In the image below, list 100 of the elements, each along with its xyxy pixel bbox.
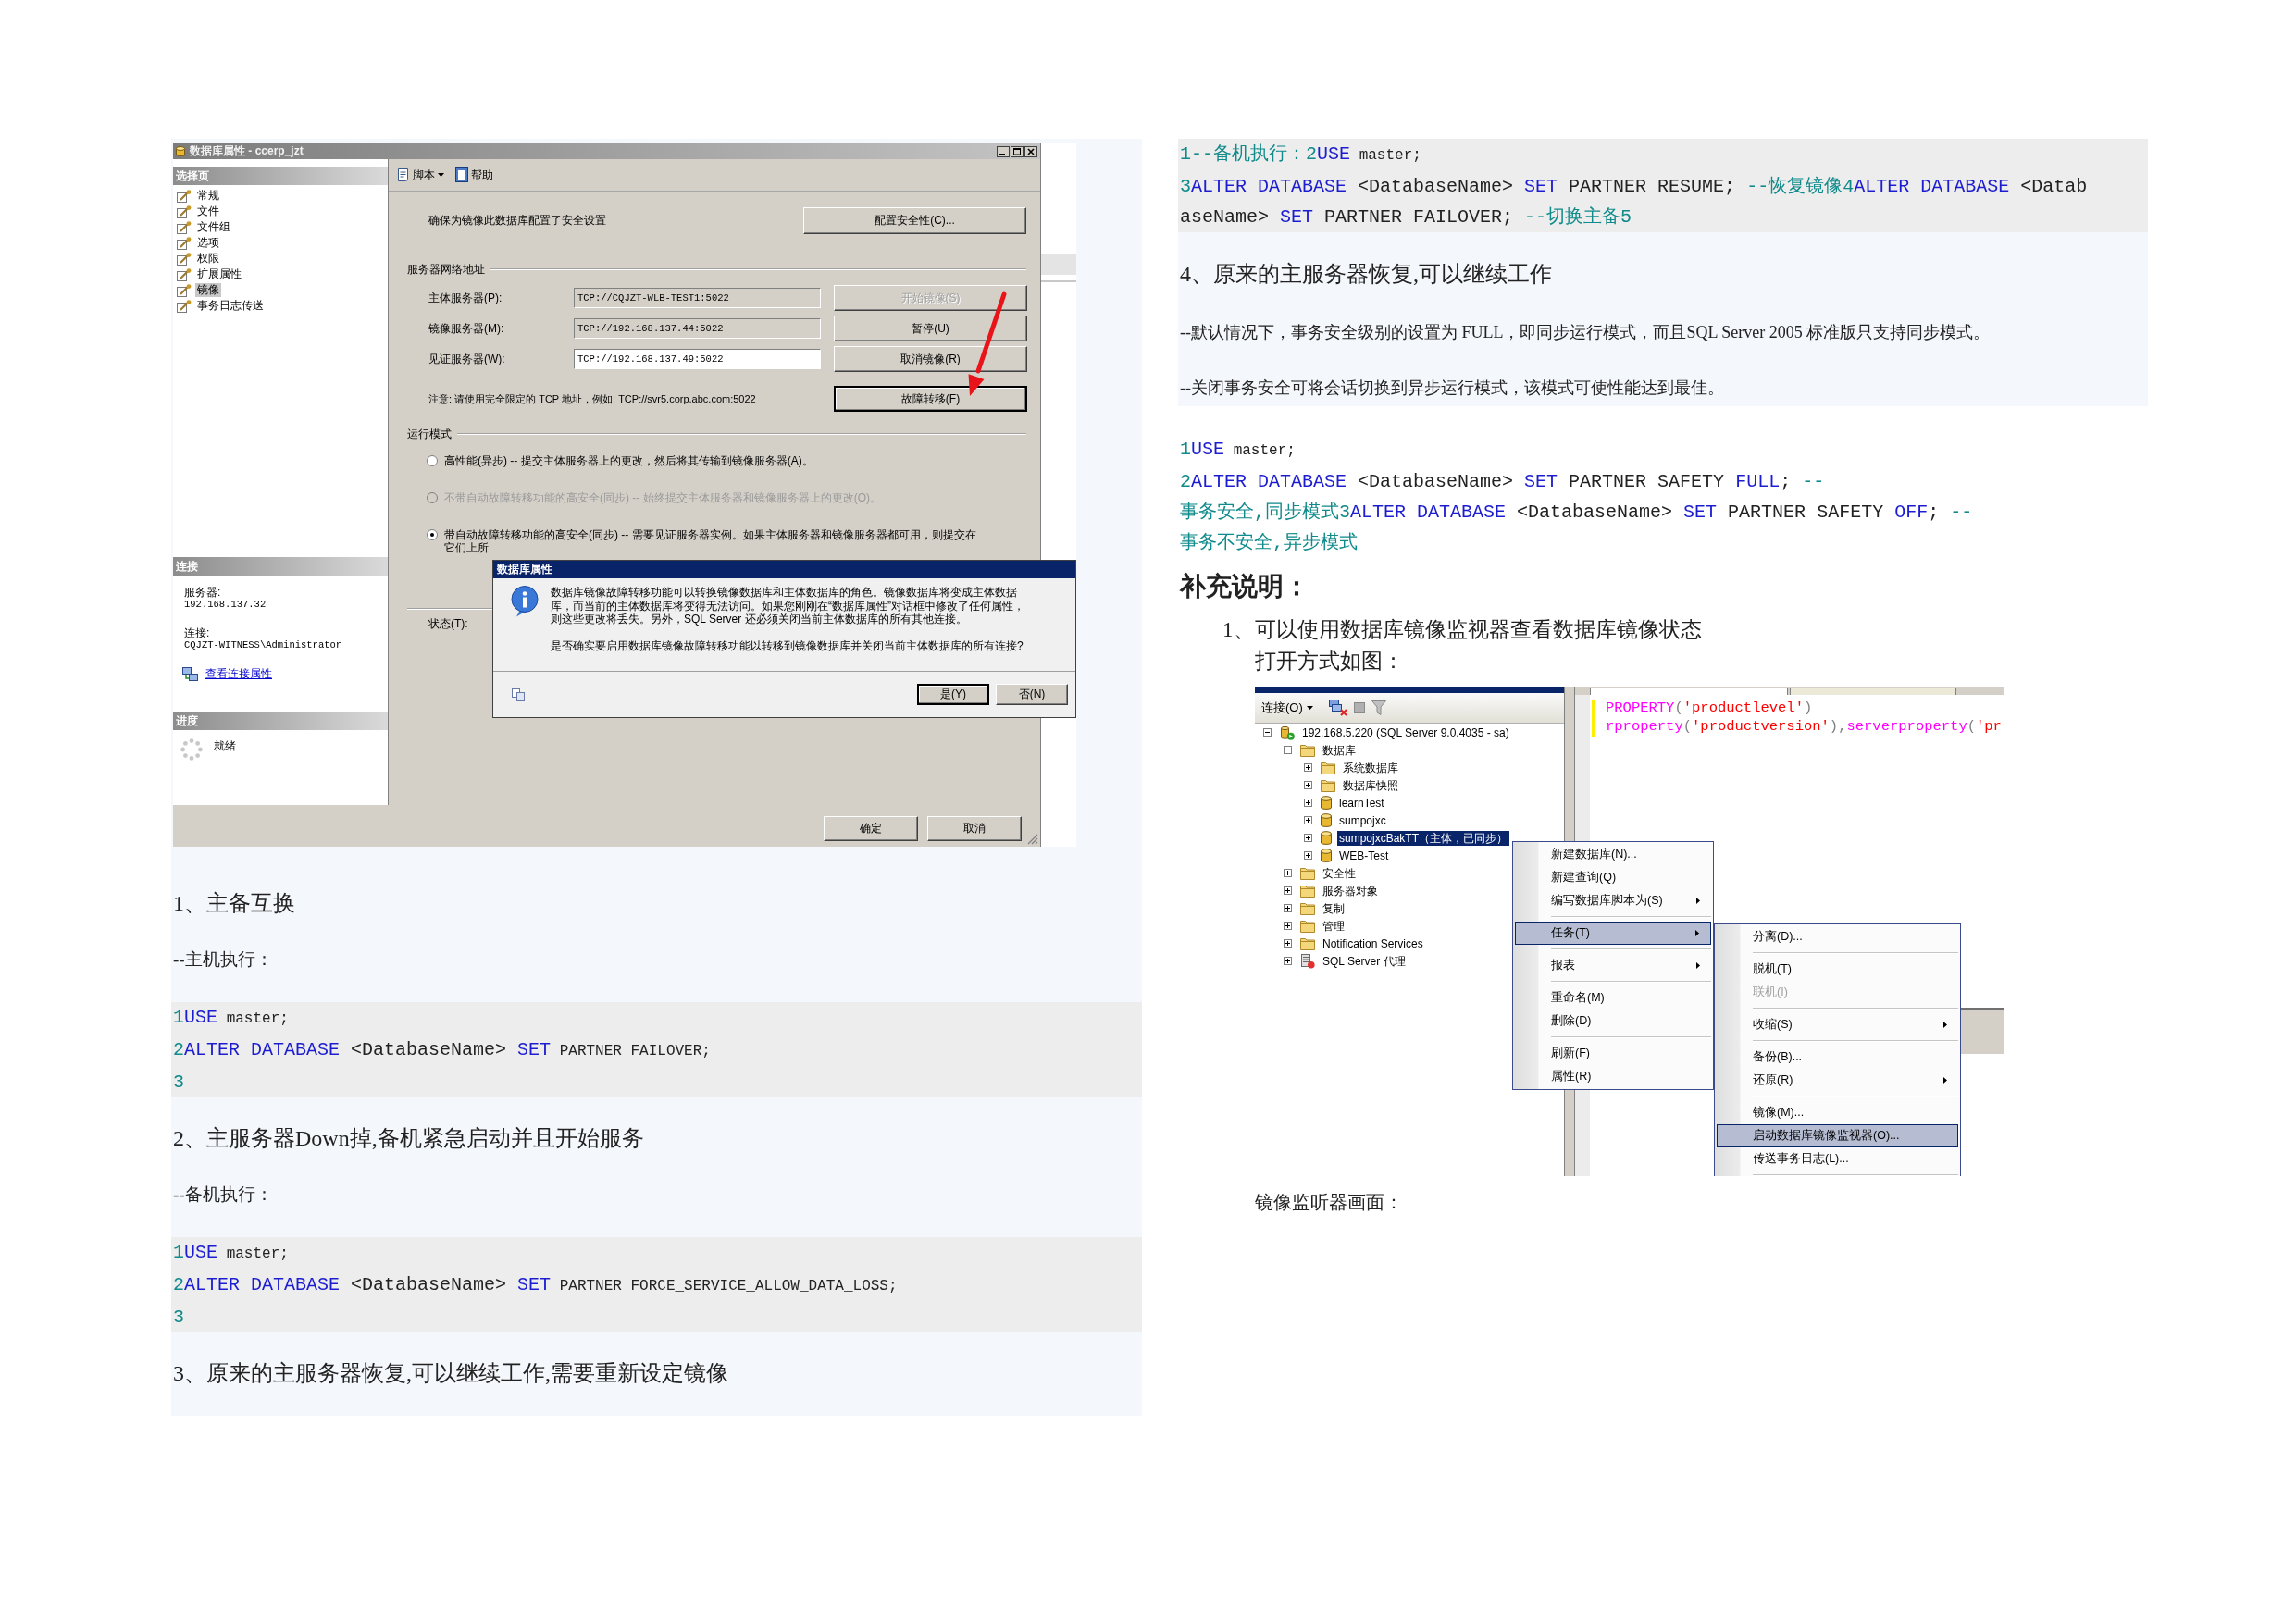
close-icon[interactable] [1024, 145, 1037, 157]
menu-item[interactable]: 备份(B)... [1717, 1046, 1958, 1069]
maximize-icon[interactable] [1011, 145, 1024, 157]
section-title: 补充说明： [1178, 571, 1310, 602]
expand-icon[interactable] [1284, 886, 1292, 895]
tree-node[interactable]: SQL Server 代理 [1321, 953, 1408, 969]
expand-icon[interactable] [1304, 763, 1312, 772]
expand-icon[interactable] [1304, 816, 1312, 824]
comment-line: --默认情况下，事务安全级别的设置为 FULL，即同步运行模式，而且SQL Server 2005 标准版只支持同步模式。 [1179, 322, 1992, 343]
code-line: 1USE master; [172, 1241, 290, 1265]
view-connection-link[interactable]: 查看连接属性 [205, 666, 272, 682]
mirror-action-button[interactable]: 故障转移(F) [834, 386, 1027, 412]
tree-node[interactable]: 安全性 [1321, 865, 1358, 881]
editor-tab[interactable] [1790, 688, 1956, 695]
tree-node[interactable]: WEB-Test [1337, 848, 1391, 863]
computer-cross-icon[interactable] [1328, 700, 1347, 716]
page-list-item[interactable]: 文件 [195, 204, 221, 218]
resize-grip-icon[interactable] [1027, 834, 1038, 845]
code-line: 2ALTER DATABASE <DatabaseName> SET PARTNER SAFETY FULL; -- [1179, 470, 1826, 494]
page-list-item[interactable]: 事务日志传送 [195, 299, 266, 313]
expand-icon[interactable] [1304, 851, 1312, 860]
menu-item[interactable]: 启动数据库镜像监视器(O)... [1717, 1124, 1958, 1147]
menu-item[interactable]: 刷新(F) [1515, 1042, 1711, 1065]
tree-node[interactable]: 管理 [1321, 918, 1347, 934]
page-list-item[interactable]: 镜像 [195, 283, 221, 297]
expand-icon[interactable] [1304, 781, 1312, 789]
pane-header: 连接 [173, 557, 388, 576]
configure-security-button[interactable]: 配置安全性(C)... [803, 207, 1026, 234]
folder-icon [1300, 884, 1315, 898]
menu-item[interactable]: 删除(D) [1515, 1010, 1711, 1033]
page-list-item[interactable]: 扩展属性 [195, 267, 243, 281]
menu-item[interactable]: 镜像(M)... [1717, 1101, 1958, 1124]
tree-node[interactable]: learnTest [1337, 795, 1386, 811]
stop-icon[interactable] [1353, 702, 1365, 713]
expand-icon[interactable] [1284, 957, 1292, 965]
radio-option[interactable]: 带自动故障转移功能的高安全(同步) -- 需要见证服务器实例。如果主体服务器和镜像服务器都可用，则提交在 它们上所 [427, 528, 976, 554]
tree-node[interactable]: 系统数据库 [1341, 760, 1400, 775]
tree-node[interactable]: sumpojxc [1337, 812, 1388, 828]
menu-item[interactable]: 还原(R) [1717, 1069, 1958, 1092]
wrench-icon [177, 236, 192, 250]
network-icon [182, 667, 198, 681]
menu-item[interactable]: 重命名(M) [1515, 986, 1711, 1010]
page-list-item[interactable]: 文件组 [195, 220, 232, 234]
tree-node[interactable]: Notification Services [1321, 935, 1425, 951]
mirror-action-button[interactable]: 暂停(U) [834, 316, 1027, 341]
dialog-button[interactable]: 确定 [824, 816, 918, 841]
list-item-text: 1、可以使用数据库镜像监视器查看数据库镜像状态 [1222, 617, 1703, 643]
message-box-button[interactable]: 是(Y) [917, 684, 989, 705]
expand-icon[interactable] [1284, 904, 1292, 912]
toolbar-button[interactable]: 帮助 [453, 165, 495, 185]
tree-node[interactable]: 服务器对象 [1321, 883, 1380, 898]
page-list-item[interactable]: 常规 [195, 189, 221, 203]
caret-icon [1306, 706, 1313, 710]
minimize-icon[interactable] [997, 145, 1010, 157]
menu-item[interactable]: 任务(T) [1515, 922, 1711, 945]
editor-tab[interactable] [1590, 688, 1788, 695]
field-label: 镜像服务器(M): [428, 320, 505, 337]
collapse-icon[interactable] [1263, 728, 1272, 737]
menu-item[interactable]: 脱机(T) [1717, 958, 1958, 981]
toolbar-button[interactable]: 脚本 [394, 165, 446, 185]
expand-icon[interactable] [1304, 799, 1312, 807]
instruction-text: 确保为镜像此数据库配置了安全设置 [428, 213, 606, 229]
collapse-icon[interactable] [1284, 746, 1292, 754]
wrench-icon [177, 299, 192, 313]
field-label: 主体服务器(P): [428, 290, 503, 306]
page-list-item[interactable]: 权限 [195, 252, 221, 266]
menu-item[interactable]: 新建查询(Q) [1515, 866, 1711, 889]
tree-node[interactable]: 数据库快照 [1341, 777, 1400, 793]
menu-item[interactable]: 分离(D)... [1717, 925, 1958, 948]
menu-item[interactable]: 属性(R) [1515, 1065, 1711, 1088]
dialog-button[interactable]: 取消 [927, 816, 1022, 841]
info-value: 192.168.137.32 [184, 599, 267, 611]
page-list-item[interactable]: 选项 [195, 236, 221, 250]
folder-icon [1300, 743, 1315, 757]
tree-node[interactable]: 数据库 [1321, 742, 1358, 758]
connect-button[interactable]: 连接(O) [1260, 698, 1315, 718]
input-field[interactable]: TCP://192.168.137.49:5022 [574, 349, 821, 369]
database-icon [176, 145, 185, 157]
section-heading: 3、原来的主服务器恢复,可以继续工作,需要重新设定镜像 [172, 1360, 729, 1387]
tree-node[interactable]: 复制 [1321, 900, 1347, 916]
expand-icon[interactable] [1284, 869, 1292, 877]
expand-icon[interactable] [1284, 922, 1292, 930]
expand-icon[interactable] [1304, 834, 1312, 842]
section-heading: 2、主服务器Down掉,备机紧急启动并且开始服务 [172, 1125, 645, 1152]
message-box-button[interactable]: 否(N) [996, 684, 1068, 705]
expand-icon[interactable] [1284, 939, 1292, 948]
menu-item[interactable]: 报表 [1515, 954, 1711, 977]
mirror-action-button[interactable]: 取消镜像(R) [834, 346, 1027, 372]
database-icon [1321, 848, 1332, 863]
tree-node[interactable]: sumpojxcBakTT（主体，已同步） [1337, 830, 1510, 846]
figure-caption: 镜像监听器画面： [1254, 1191, 1404, 1214]
copy-icon[interactable] [512, 688, 525, 701]
menu-item[interactable]: 编写数据库脚本为(S) [1515, 889, 1711, 912]
filter-icon[interactable] [1371, 700, 1386, 715]
menu-item[interactable]: 收缩(S) [1717, 1013, 1958, 1036]
tree-node[interactable]: 192.168.5.220 (SQL Server 9.0.4035 - sa) [1300, 725, 1511, 740]
folder-icon [1300, 936, 1315, 950]
menu-item[interactable]: 传送事务日志(L)... [1717, 1147, 1958, 1171]
menu-item[interactable]: 新建数据库(N)... [1515, 843, 1711, 866]
radio-option[interactable]: 高性能(异步) -- 提交主体服务器上的更改，然后将其传输到镜像服务器(A)。 [427, 454, 813, 467]
